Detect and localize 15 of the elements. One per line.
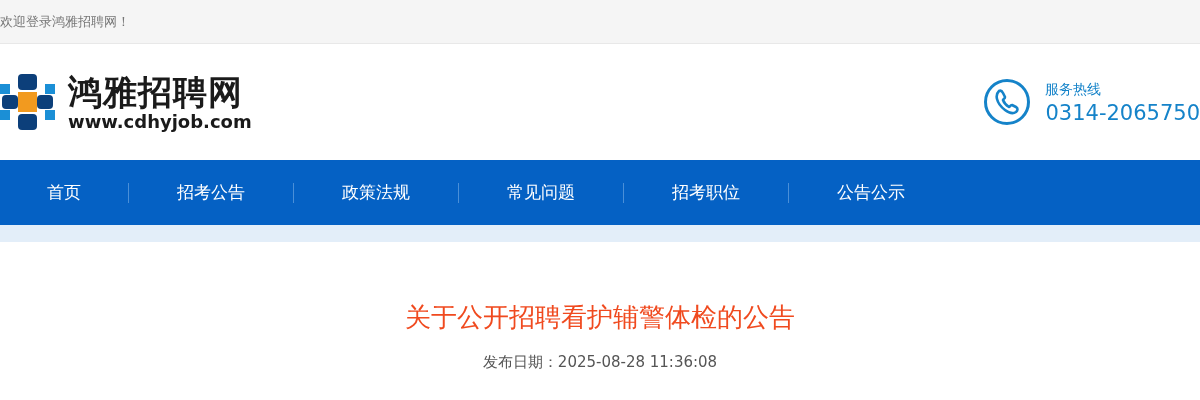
nav-link[interactable]: 首页: [0, 179, 128, 206]
hotline-label: 服务热线: [1045, 79, 1103, 99]
article-title: 关于公开招聘看护辅警体检的公告: [405, 301, 795, 334]
logo-url: www.cdhyjob.com: [68, 112, 252, 132]
logo-name: 鸿雅招聘网: [68, 72, 244, 112]
welcome-text: 欢迎登录鸿雅招聘网！: [0, 12, 130, 31]
nav-link[interactable]: 招考职位: [624, 179, 788, 206]
hotline-number: 0314-2065750: [1045, 99, 1200, 126]
nav-link[interactable]: 招考公告: [129, 179, 293, 206]
nav-link[interactable]: 政策法规: [294, 179, 458, 206]
phone-icon: [983, 78, 1032, 126]
nav-link[interactable]: 公告公示: [789, 179, 953, 206]
publish-date: 发布日期：2025-08-28 11:36:08: [482, 352, 718, 373]
nav-link[interactable]: 常见问题: [459, 179, 623, 206]
logo-icon: [0, 74, 56, 130]
